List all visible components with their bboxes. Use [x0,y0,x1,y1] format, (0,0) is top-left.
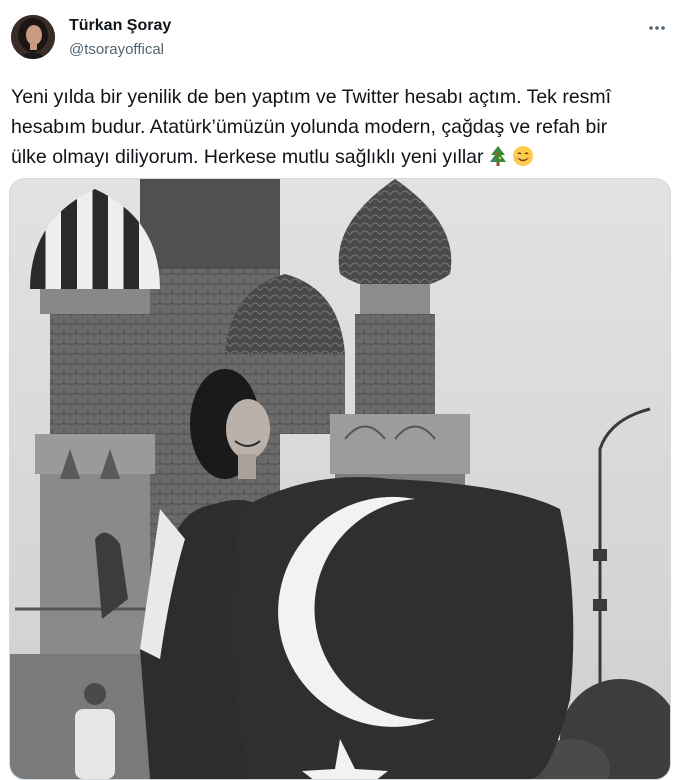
smiling-face-icon [512,145,534,176]
more-options-button[interactable] [640,14,674,42]
avatar[interactable] [11,15,55,59]
tweet-text-line: hesabım budur. Atatürk’ümüzün yolunda mo… [11,116,608,138]
tweet-text: Yeni yılda bir yenilik de ben yaptım ve … [11,82,666,176]
tweet-text-line: Yeni yılda bir yenilik de ben yaptım ve … [11,86,612,108]
more-icon [649,26,665,30]
author-handle[interactable]: @tsorayoffical [69,41,164,58]
author-name[interactable]: Türkan Şoray [69,17,171,35]
christmas-tree-icon [488,145,508,176]
tweet-card: Türkan Şoray @tsorayoffical Yeni yılda b… [0,0,687,780]
photo-image [10,179,670,779]
tweet-photo[interactable] [9,178,671,780]
tweet-text-line: ülke olmayı diliyorum. Herkese mutlu sağ… [11,142,666,176]
